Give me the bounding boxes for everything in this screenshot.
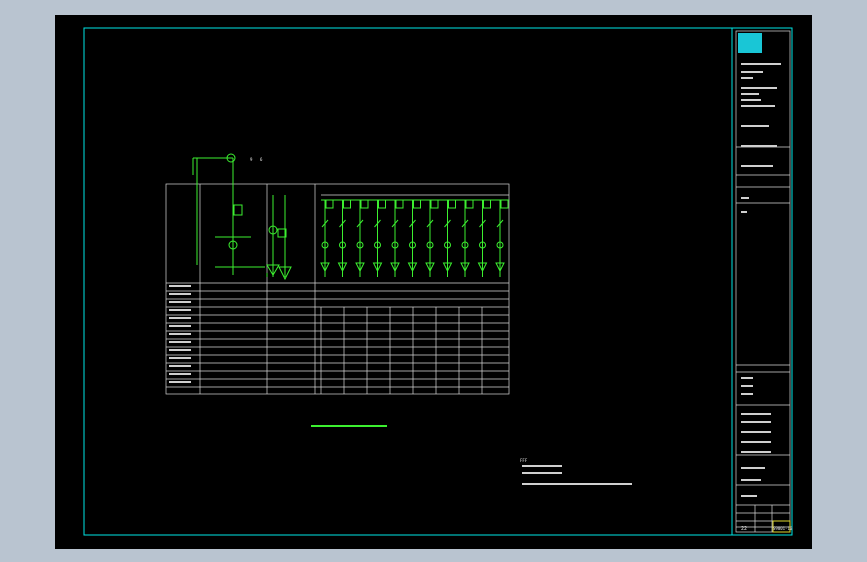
title-block-text-line: [741, 211, 747, 213]
outgoing-feeder: [355, 199, 369, 277]
outgoing-feeder: [425, 199, 439, 277]
notes-heading: FFF: [520, 458, 528, 463]
table-cell-placeholder: [169, 325, 191, 327]
drawing-sheet[interactable]: 22 S9001-10 9 6 FFF: [55, 15, 812, 549]
table-cell-placeholder: [169, 333, 191, 335]
company-logo-icon: [738, 33, 762, 53]
title-block-text-line: [741, 377, 753, 379]
title-block-text-line: [741, 99, 761, 101]
drawing-frame: [83, 27, 793, 536]
title-block-text-line: [741, 71, 763, 73]
title-block-text-line: [741, 165, 773, 167]
outgoing-feeder: [442, 199, 456, 277]
table-cell-placeholder: [169, 365, 191, 367]
outgoing-feeder: [372, 199, 386, 277]
cell-label-9: 9: [250, 157, 253, 162]
title-block-text-line: [741, 421, 771, 423]
sheet-number: 22: [741, 526, 747, 532]
title-block-text-line: [741, 495, 757, 497]
outgoing-feeder: [320, 199, 334, 277]
outgoing-feeder: [477, 199, 491, 277]
title-block-text-line: [741, 393, 753, 395]
title-block-text-line: [741, 413, 771, 415]
title-block-text-line: [741, 93, 759, 95]
single-line-diagram: 9 6: [165, 153, 510, 395]
table-cell-placeholder: [169, 293, 191, 295]
title-block-text-line: [741, 451, 771, 453]
table-cell-placeholder: [169, 381, 191, 383]
outgoing-feeder: [407, 199, 421, 277]
sheet-code: S9001-10: [773, 526, 793, 531]
incoming-feeder: [192, 153, 292, 281]
table-cell-placeholder: [169, 341, 191, 343]
table-cell-placeholder: [169, 301, 191, 303]
title-block-text-line: [741, 479, 761, 481]
cell-label-6: 6: [260, 157, 263, 162]
outgoing-feeder: [495, 199, 509, 277]
title-block-text-line: [741, 467, 765, 469]
title-block-text-line: [741, 385, 753, 387]
outgoing-feeder: [390, 199, 404, 277]
outgoing-feeder: [337, 199, 351, 277]
title-block-text-line: [741, 441, 771, 443]
title-block-text-line: [741, 77, 753, 79]
table-cell-placeholder: [169, 285, 191, 287]
table-cell-placeholder: [169, 373, 191, 375]
table-cell-placeholder: [169, 317, 191, 319]
table-cell-placeholder: [169, 309, 191, 311]
title-block-text-line: [741, 431, 771, 433]
title-block-text-line: [741, 197, 749, 199]
title-block-text-line: [741, 63, 781, 65]
title-block: 22 S9001-10: [735, 30, 793, 533]
title-block-text-line: [741, 125, 769, 127]
title-block-text-line: [741, 145, 777, 147]
cad-drawing-canvas[interactable]: 22 S9001-10 9 6 FFF: [55, 15, 812, 549]
table-cell-placeholder: [169, 357, 191, 359]
outgoing-feeder: [460, 199, 474, 277]
table-cell-placeholder: [169, 349, 191, 351]
drawing-notes: FFF: [520, 458, 632, 485]
title-block-text-line: [741, 105, 775, 107]
title-block-text-line: [741, 87, 777, 89]
